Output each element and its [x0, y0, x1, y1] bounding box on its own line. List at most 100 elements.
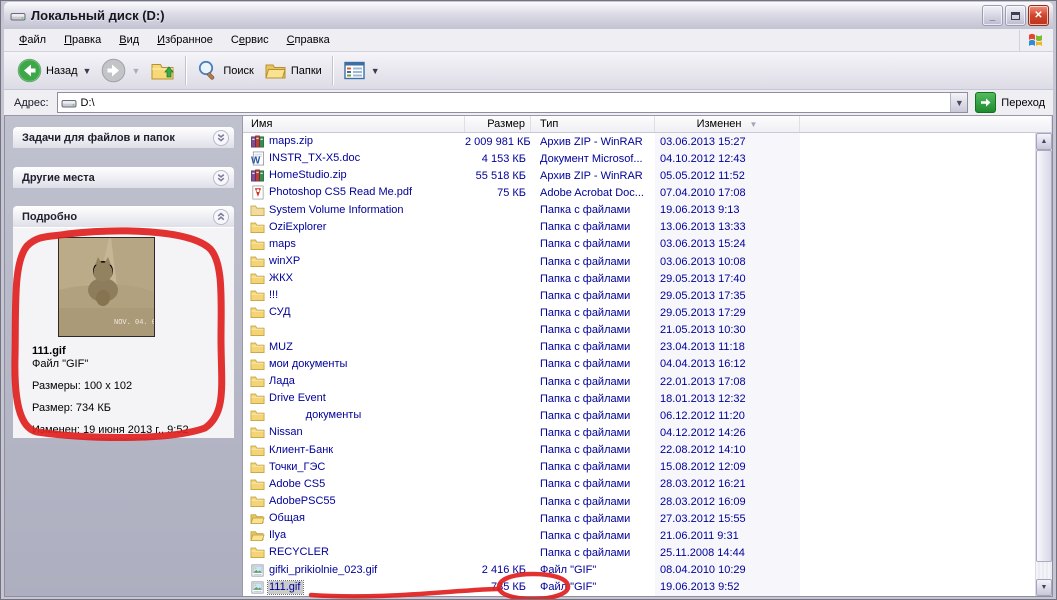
file-name[interactable]: !!!	[268, 289, 281, 302]
address-input[interactable]: D:\	[81, 97, 951, 109]
menu-item-help[interactable]: Справка	[278, 29, 339, 51]
column-header-size[interactable]: Размер	[465, 116, 531, 132]
folders-label: Папки	[291, 65, 322, 77]
column-header-type[interactable]: Тип	[531, 116, 655, 132]
table-row[interactable]: OziExplorerПапка с файлами13.06.2013 13:…	[243, 219, 1035, 236]
table-row[interactable]: Папка с файлами21.05.2013 10:30	[243, 322, 1035, 339]
file-name[interactable]: документы	[268, 409, 364, 422]
file-name[interactable]: Drive Event	[268, 392, 329, 405]
file-name[interactable]: maps	[268, 238, 299, 251]
file-name[interactable]: RECYCLER	[268, 546, 332, 559]
panel-header-file-tasks[interactable]: Задачи для файлов и папок	[13, 127, 234, 148]
file-name[interactable]: Ilya	[268, 529, 289, 542]
panel-title: Другие места	[22, 172, 95, 184]
file-name[interactable]: СУД	[268, 306, 294, 319]
table-row[interactable]: Точки_ГЭСПапка с файлами15.08.2012 12:09	[243, 459, 1035, 476]
menu-item-view[interactable]: Вид	[110, 29, 148, 51]
table-row[interactable]: мои документыПапка с файлами04.04.2013 1…	[243, 356, 1035, 373]
menu-item-file[interactable]: Файл	[10, 29, 55, 51]
file-name[interactable]: ЖКХ	[268, 272, 296, 285]
table-row[interactable]: AdobePSC55Папка с файлами28.03.2012 16:0…	[243, 493, 1035, 510]
scroll-up-button[interactable]: ▲	[1036, 133, 1052, 150]
file-name[interactable]: Точки_ГЭС	[268, 461, 328, 474]
panel-header-details[interactable]: Подробно	[13, 206, 234, 227]
file-name[interactable]: Nissan	[268, 426, 306, 439]
file-name[interactable]: мои документы	[268, 358, 350, 371]
minimize-button[interactable]: _	[982, 5, 1003, 26]
file-name-cell: RECYCLER	[243, 545, 465, 560]
column-header-name[interactable]: Имя	[243, 116, 465, 132]
file-name[interactable]: MUZ	[268, 341, 296, 354]
folder-icon	[250, 408, 265, 423]
scroll-down-button[interactable]: ▼	[1036, 579, 1052, 596]
address-dropdown-button[interactable]: ▼	[950, 93, 967, 112]
up-button[interactable]	[145, 55, 180, 86]
file-name[interactable]: AdobePSC55	[268, 495, 339, 508]
chevron-double-up-icon[interactable]	[213, 209, 229, 225]
file-name[interactable]: Клиент-Банк	[268, 444, 336, 457]
table-row[interactable]: Drive EventПапка с файлами18.01.2013 12:…	[243, 390, 1035, 407]
table-row[interactable]: MUZПапка с файлами23.04.2013 11:18	[243, 339, 1035, 356]
back-button[interactable]: Назад ▼	[12, 55, 96, 86]
file-name[interactable]: HomeStudio.zip	[268, 169, 350, 182]
chevron-double-down-icon[interactable]	[213, 170, 229, 186]
forward-button[interactable]: ▼	[96, 55, 145, 86]
file-name[interactable]: System Volume Information	[268, 204, 407, 217]
panel-header-other-places[interactable]: Другие места	[13, 167, 234, 188]
table-row[interactable]: СУДПапка с файлами29.05.2013 17:29	[243, 304, 1035, 321]
table-row[interactable]: WINSTR_TX-X5.doc4 153 КБДокумент Microso…	[243, 150, 1035, 167]
file-modified-cell: 29.05.2013 17:40	[655, 270, 800, 287]
table-row[interactable]: NissanПапка с файлами04.12.2012 14:26	[243, 424, 1035, 441]
table-row[interactable]: ОбщаяПапка с файлами27.03.2012 15:55	[243, 510, 1035, 527]
table-row[interactable]: !!!Папка с файлами29.05.2013 17:35	[243, 287, 1035, 304]
chevron-double-down-icon[interactable]	[213, 130, 229, 146]
file-name[interactable]: Photoshop CS5 Read Me.pdf	[268, 186, 415, 199]
table-row[interactable]: ЛадаПапка с файлами22.01.2013 17:08	[243, 373, 1035, 390]
file-name[interactable]: OziExplorer	[268, 221, 329, 234]
menu-item-tools[interactable]: Сервис	[222, 29, 278, 51]
file-name[interactable]: Adobe CS5	[268, 478, 328, 491]
column-header-modified[interactable]: Изменен▼	[655, 116, 800, 132]
table-row[interactable]: maps.zip2 009 981 КБАрхив ZIP - WinRAR03…	[243, 133, 1035, 150]
file-name[interactable]	[268, 330, 272, 331]
go-label[interactable]: Переход	[1001, 97, 1045, 109]
file-name[interactable]: gifki_prikiolnie_023.gif	[268, 564, 380, 577]
table-row[interactable]: Photoshop CS5 Read Me.pdf75 КБAdobe Acro…	[243, 184, 1035, 201]
table-row[interactable]: System Volume InformationПапка с файлами…	[243, 202, 1035, 219]
table-row[interactable]: HomeStudio.zip55 518 КБАрхив ZIP - WinRA…	[243, 167, 1035, 184]
table-row[interactable]: ЖКХПапка с файлами29.05.2013 17:40	[243, 270, 1035, 287]
search-button[interactable]: Поиск	[191, 55, 258, 86]
views-button[interactable]: ▼	[338, 55, 385, 86]
views-dropdown-icon[interactable]: ▼	[371, 66, 380, 76]
file-name-selected[interactable]: 111.gif	[268, 581, 303, 594]
file-name-cell: WINSTR_TX-X5.doc	[243, 151, 465, 166]
file-name[interactable]: Общая	[268, 512, 308, 525]
folders-button[interactable]: Папки	[259, 55, 327, 86]
folder-icon	[250, 237, 265, 252]
vertical-scrollbar[interactable]: ▲ ▼	[1035, 133, 1052, 596]
table-row[interactable]: IlyaПапка с файлами21.06.2011 9:31	[243, 527, 1035, 544]
table-row[interactable]: Adobe CS5Папка с файлами28.03.2012 16:21	[243, 476, 1035, 493]
file-name[interactable]: winXP	[268, 255, 303, 268]
table-row[interactable]: gifki_prikiolnie_023.gif2 416 КБФайл "GI…	[243, 562, 1035, 579]
menu-item-favorites[interactable]: Избранное	[148, 29, 222, 51]
file-modified-cell: 03.06.2013 10:08	[655, 253, 800, 270]
address-combo[interactable]: D:\ ▼	[57, 92, 969, 113]
table-row[interactable]: 111.gif735 КБФайл "GIF"19.06.2013 9:52	[243, 579, 1035, 596]
menu-item-edit[interactable]: Правка	[55, 29, 110, 51]
maximize-button[interactable]	[1005, 5, 1026, 26]
table-row[interactable]: документыПапка с файлами06.12.2012 11:20	[243, 407, 1035, 424]
scrollbar-thumb[interactable]	[1036, 150, 1052, 562]
details-modified: Изменен: 19 июня 2013 г., 9:52	[32, 424, 224, 436]
table-row[interactable]: mapsПапка с файлами03.06.2013 15:24	[243, 236, 1035, 253]
file-name[interactable]: maps.zip	[268, 135, 316, 148]
back-dropdown-icon[interactable]: ▼	[83, 66, 92, 76]
close-button[interactable]: ✕	[1028, 5, 1049, 26]
file-name[interactable]: INSTR_TX-X5.doc	[268, 152, 363, 165]
file-name[interactable]: Лада	[268, 375, 298, 388]
table-row[interactable]: RECYCLERПапка с файлами25.11.2008 14:44	[243, 544, 1035, 561]
table-row[interactable]: Клиент-БанкПапка с файлами22.08.2012 14:…	[243, 442, 1035, 459]
file-name-cell: Nissan	[243, 425, 465, 440]
table-row[interactable]: winXPПапка с файлами03.06.2013 10:08	[243, 253, 1035, 270]
go-button[interactable]	[975, 92, 996, 113]
